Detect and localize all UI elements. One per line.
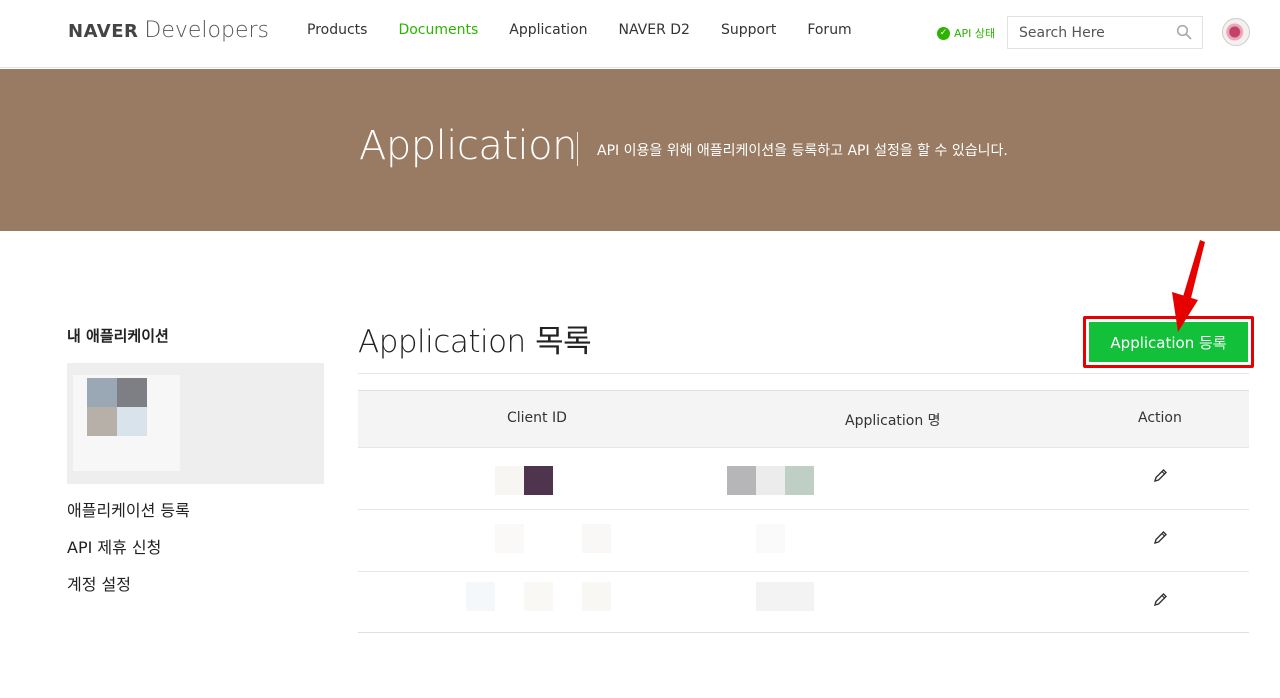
annotation-arrow-icon (1172, 240, 1205, 332)
table-row[interactable] (358, 447, 1249, 509)
nav-application[interactable]: Application (509, 22, 587, 38)
pixel-block (87, 407, 117, 436)
banner-divider (577, 132, 578, 166)
logo-developers-text: Developers (144, 18, 269, 43)
logo-naver-text: NAVER (68, 21, 139, 42)
check-circle-icon: ✓ (937, 26, 950, 40)
search-input[interactable] (1008, 17, 1168, 48)
banner-title: Application (359, 123, 578, 169)
pencil-icon[interactable] (1153, 592, 1168, 607)
title-divider (358, 373, 1249, 374)
redacted-client-id (524, 466, 553, 495)
redacted-app-name (727, 466, 756, 495)
header-client-id: Client ID (507, 410, 567, 426)
app-thumbnail (73, 375, 180, 471)
redacted-app-name (756, 582, 814, 611)
api-status-label: API 상태 (954, 27, 996, 40)
sidebar-link-account-settings[interactable]: 계정 설정 (67, 571, 131, 595)
redacted-client-id (524, 582, 553, 611)
redacted-client-id (495, 466, 524, 495)
sidebar-link-register-app[interactable]: 애플리케이션 등록 (67, 497, 190, 521)
nav-support[interactable]: Support (721, 22, 776, 38)
search-box (1007, 16, 1203, 49)
page-banner: Application API 이용을 위해 애플리케이션을 등록하고 API … (0, 69, 1280, 231)
api-status-link[interactable]: ✓ API 상태 (937, 25, 995, 41)
page-title: Application 목록 (358, 324, 592, 360)
redacted-client-id (582, 524, 611, 553)
table-row[interactable] (358, 509, 1249, 571)
application-table: Client ID Application 명 Action (358, 390, 1249, 633)
app-thumbnail-card[interactable] (67, 363, 324, 484)
banner-description: API 이용을 위해 애플리케이션을 등록하고 API 설정을 할 수 있습니다… (597, 143, 1008, 159)
header-application-name: Application 명 (845, 413, 941, 429)
nav-forum[interactable]: Forum (807, 22, 851, 38)
table-header: Client ID Application 명 Action (358, 390, 1249, 447)
header-action: Action (1138, 410, 1182, 426)
sidebar-title: 내 애플리케이션 (67, 327, 169, 345)
naver-developers-logo[interactable]: NAVER Developers (68, 18, 269, 46)
redacted-client-id (495, 524, 524, 553)
main-nav: Products Documents Application NAVER D2 … (307, 22, 883, 38)
nav-naver-d2[interactable]: NAVER D2 (619, 22, 690, 38)
nav-documents[interactable]: Documents (398, 22, 478, 38)
pixel-block (117, 378, 147, 407)
redacted-client-id (466, 582, 495, 611)
redacted-app-name (756, 466, 785, 495)
pencil-icon[interactable] (1153, 468, 1168, 483)
pencil-icon[interactable] (1153, 530, 1168, 545)
redacted-app-name (785, 466, 814, 495)
redacted-client-id (582, 582, 611, 611)
table-row[interactable] (358, 571, 1249, 633)
user-avatar[interactable] (1222, 18, 1250, 46)
sidebar-link-api-partnership[interactable]: API 제휴 신청 (67, 534, 161, 558)
pixel-block (87, 378, 117, 407)
site-header: NAVER Developers Products Documents Appl… (0, 0, 1280, 68)
nav-products[interactable]: Products (307, 22, 367, 38)
pixel-block (117, 407, 147, 436)
search-icon[interactable] (1176, 24, 1192, 40)
redacted-app-name (756, 524, 785, 553)
